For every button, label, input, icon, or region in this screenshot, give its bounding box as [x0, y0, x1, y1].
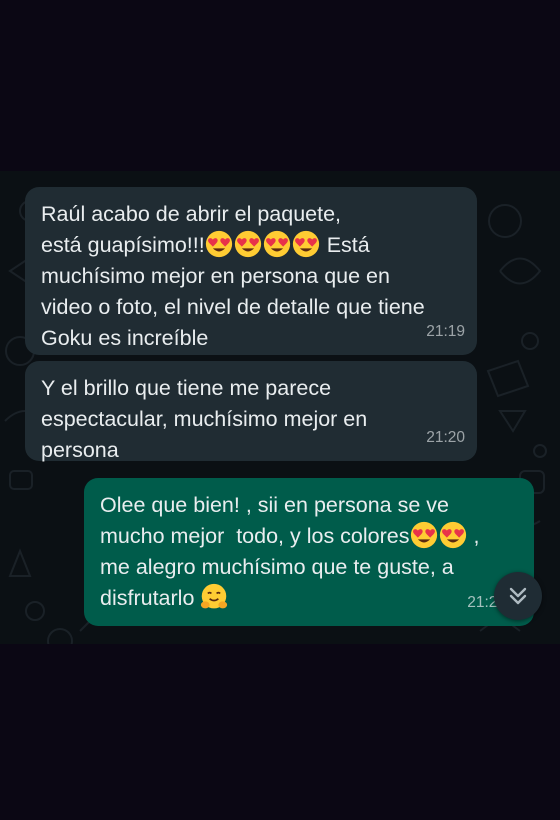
- heart-eyes-emoji: [205, 230, 234, 258]
- message-text: Y el brillo que tiene me parece espectac…: [41, 376, 368, 462]
- message-text-part: Olee que bien! , sii en persona se ve mu…: [100, 493, 449, 548]
- message-text: Olee que bien! , sii en persona se ve mu…: [100, 490, 518, 614]
- message-text: Raúl acabo de abrir el paquete, está gua…: [41, 199, 461, 354]
- message-time: 21:20: [426, 429, 465, 446]
- heart-eyes-emoji: [263, 230, 292, 258]
- heart-eyes-emoji: [439, 521, 468, 549]
- heart-eyes-emoji: [292, 230, 321, 258]
- heart-eyes-emoji: [234, 230, 263, 258]
- hugging-face-emoji: [200, 583, 229, 610]
- message-bubble-incoming[interactable]: Y el brillo que tiene me parece espectac…: [25, 361, 477, 462]
- message-time: 21:19: [426, 323, 465, 340]
- scroll-to-bottom-button[interactable]: [494, 572, 542, 620]
- message-bubble-incoming[interactable]: Raúl acabo de abrir el paquete, está gua…: [25, 187, 477, 355]
- chat-area[interactable]: Raúl acabo de abrir el paquete, está gua…: [0, 171, 560, 644]
- heart-eyes-emoji: [410, 521, 439, 549]
- message-bubble-outgoing[interactable]: Olee que bien! , sii en persona se ve mu…: [84, 478, 534, 626]
- screen: Raúl acabo de abrir el paquete, está gua…: [0, 0, 560, 820]
- double-chevron-down-icon: [509, 587, 527, 605]
